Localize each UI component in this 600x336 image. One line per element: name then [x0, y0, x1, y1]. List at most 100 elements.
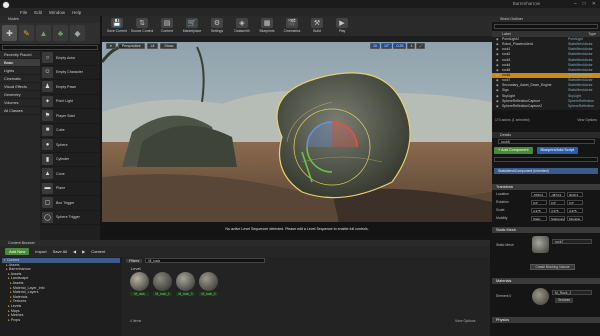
foliage-mode-icon[interactable]: ♣	[53, 25, 68, 41]
toolbar-blueprint-button[interactable]: ▦ Blueprints	[256, 18, 278, 35]
back-icon[interactable]: ◀	[73, 249, 76, 254]
tab-modes[interactable]: Modes	[0, 17, 19, 21]
toolbar-datasmith-button[interactable]: ◈ Datasmith	[231, 18, 253, 35]
place-search-input[interactable]	[2, 45, 98, 50]
section-transform[interactable]: Transform	[492, 184, 600, 190]
filters-button[interactable]: Filters	[126, 258, 143, 263]
menu-file[interactable]: File	[20, 10, 27, 15]
paint-mode-icon[interactable]: ✎	[19, 25, 34, 41]
folder-path[interactable]: Content	[91, 249, 105, 254]
transform-y-field[interactable]: Stationary	[549, 215, 565, 221]
place-item[interactable]: ● Sphere	[40, 138, 100, 153]
place-category-item[interactable]: Lights	[0, 67, 40, 75]
minimize-icon[interactable]: –	[574, 1, 577, 7]
static-mesh-picker[interactable]: rock7	[552, 239, 592, 244]
transform-x-field[interactable]: -5783.6	[531, 191, 547, 197]
place-item[interactable]: ▢ Box Trigger	[40, 196, 100, 211]
geometry-mode-icon[interactable]: ◆	[70, 25, 85, 41]
transform-y-field[interactable]: -4874.9	[549, 191, 565, 197]
viewport-options-button[interactable]: ▾	[106, 43, 116, 49]
toolbar-film-button[interactable]: 🎬 Cinematics	[281, 18, 303, 35]
section-materials[interactable]: Materials	[492, 278, 600, 284]
close-icon[interactable]: ✕	[592, 1, 596, 7]
place-item[interactable]: ▮ Cylinder	[40, 153, 100, 167]
place-category-item[interactable]: Geometry	[0, 91, 40, 99]
place-item[interactable]: ○ Empty Actor	[40, 51, 100, 66]
transform-z-field[interactable]: 3018.3	[567, 191, 583, 197]
details-search-input[interactable]	[494, 157, 598, 162]
outliner-search-input[interactable]	[494, 24, 598, 29]
material-textures-button[interactable]: Textures	[555, 298, 573, 303]
show-button[interactable]: Show	[160, 43, 178, 49]
transform-z-field[interactable]: 0.0°	[567, 199, 583, 205]
section-physics[interactable]: Physics	[492, 317, 600, 323]
tab-content-browser[interactable]: Content Browser	[0, 241, 35, 245]
camera-speed-button[interactable]: 4	[407, 43, 416, 49]
place-category-item[interactable]: Basic	[0, 59, 40, 67]
add-component-button[interactable]: + Add Component	[494, 147, 533, 154]
asset-tile[interactable]: M_rock_2	[153, 272, 172, 296]
place-category-item[interactable]: Recently Placed	[0, 51, 40, 59]
add-new-button[interactable]: Add New	[5, 248, 30, 255]
toolbar-save-button[interactable]: 💾 Save Current	[106, 18, 128, 35]
menu-help[interactable]: Help	[72, 10, 81, 15]
static-mesh-thumbnail[interactable]	[532, 236, 549, 253]
place-item[interactable]: ▲ Cone	[40, 167, 100, 182]
perspective-button[interactable]: Perspective	[117, 43, 145, 49]
asset-tile[interactable]: M_rock_3	[176, 272, 195, 296]
grid-snap-button[interactable]: 10	[370, 43, 380, 49]
menu-window[interactable]: Window	[49, 10, 65, 15]
asset-tile[interactable]: M_rock	[130, 272, 149, 296]
toolbar-source-button[interactable]: ⇅ Source Control	[131, 18, 153, 35]
place-category-item[interactable]: Visual Effects	[0, 83, 40, 91]
place-item[interactable]: ◯ Sphere Trigger	[40, 211, 100, 225]
material-thumbnail[interactable]	[532, 288, 549, 305]
asset-tile[interactable]: M_rock_4	[199, 272, 218, 296]
save-all-button[interactable]: Save All	[53, 249, 67, 254]
actor-name-field[interactable]: rock6	[498, 139, 595, 144]
transform-z-field[interactable]: 4.375	[567, 207, 583, 213]
section-static-mesh[interactable]: Static Mesh	[492, 227, 600, 233]
scale-snap-button[interactable]: 0.25	[393, 43, 407, 49]
transform-x-field[interactable]: 4.375	[531, 207, 547, 213]
toolbar-settings-button[interactable]: ⚙ Settings	[206, 18, 228, 35]
rotation-snap-button[interactable]: 10°	[381, 43, 393, 49]
place-category-item[interactable]: Volumes	[0, 99, 40, 107]
outliner-view-options[interactable]: View Options	[577, 117, 597, 124]
transform-x-field[interactable]: 0.0°	[531, 199, 547, 205]
transform-y-field[interactable]: 4.375	[549, 207, 565, 213]
asset-search-input[interactable]: M_rock	[145, 258, 266, 263]
folder-tree-item[interactable]: ▸ Props	[2, 318, 120, 323]
forward-icon[interactable]: ▶	[82, 249, 85, 254]
place-item[interactable]: ■ Cube	[40, 124, 100, 138]
toolbar-play-button[interactable]: ▶ Play	[331, 18, 353, 35]
tab-details[interactable]: Details	[492, 132, 600, 138]
menu-edit[interactable]: Edit	[34, 10, 42, 15]
material-picker[interactable]: M_Rock_2	[552, 290, 592, 295]
outliner-row[interactable]: ◉ SphereReflectionCapture2 SphereReflectio…	[492, 104, 600, 109]
place-item[interactable]: ▬ Plane	[40, 182, 100, 196]
level-viewport[interactable]	[102, 42, 492, 236]
toolbar-build-button[interactable]: ⚒ Build	[306, 18, 328, 35]
transform-z-field[interactable]: Movable	[567, 215, 583, 221]
place-item[interactable]: ⚑ Player Start	[40, 109, 100, 124]
toolbar-content-button[interactable]: ▤ Content	[156, 18, 178, 35]
tab-world-outliner[interactable]: World Outliner	[492, 16, 600, 22]
place-mode-icon[interactable]: ✚	[2, 25, 17, 41]
place-item[interactable]: ☺ Empty Character	[40, 66, 100, 80]
blueprint-script-button[interactable]: Blueprint/Add Script	[536, 147, 579, 154]
landscape-mode-icon[interactable]: ▲	[36, 25, 51, 41]
place-item[interactable]: ✦ Point Light	[40, 95, 100, 109]
toolbar-market-button[interactable]: 🛒 Marketplace	[181, 18, 203, 35]
component-row[interactable]: StaticMeshComponent (Inherited)	[494, 168, 598, 174]
maximize-icon[interactable]: □	[583, 1, 586, 7]
maximize-viewport-icon[interactable]: ⤢	[416, 43, 426, 49]
create-blocking-volume-button[interactable]: Create Blocking Volume	[530, 264, 575, 270]
import-button[interactable]: Import	[35, 249, 46, 254]
place-category-item[interactable]: All Classes	[0, 107, 40, 115]
transform-x-field[interactable]: Static	[531, 215, 547, 221]
transform-y-field[interactable]: 0.0°	[549, 199, 565, 205]
asset-view-options[interactable]: View Options	[455, 319, 476, 323]
place-category-item[interactable]: Cinematic	[0, 75, 40, 83]
lit-button[interactable]: Lit	[146, 43, 159, 49]
